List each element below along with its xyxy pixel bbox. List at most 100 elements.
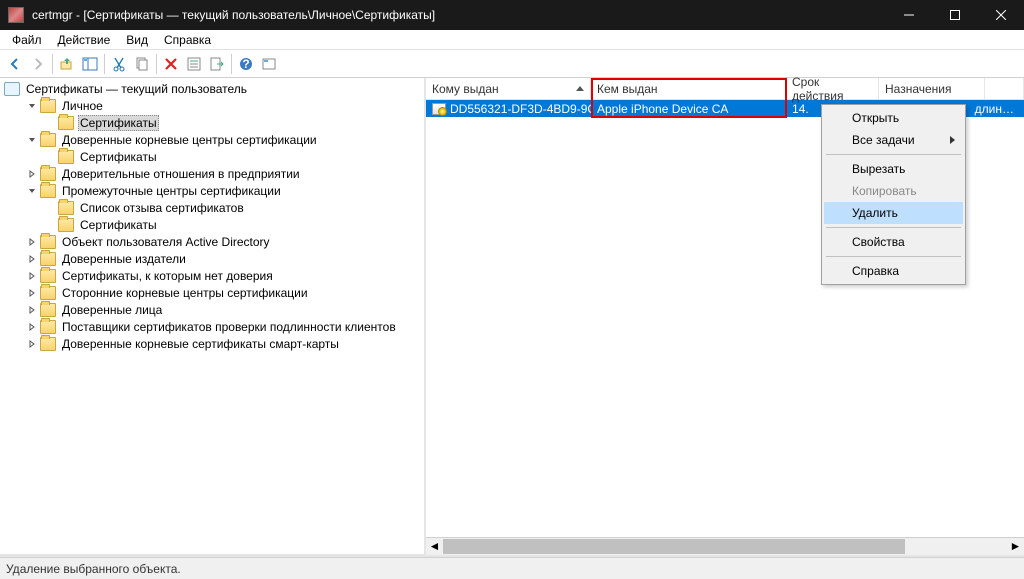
- cm-properties[interactable]: Свойства: [824, 231, 963, 253]
- cm-cut[interactable]: Вырезать: [824, 158, 963, 180]
- status-text: Удаление выбранного объекта.: [6, 562, 181, 576]
- folder-icon: [40, 235, 56, 249]
- menu-action[interactable]: Действие: [50, 31, 119, 49]
- menu-file[interactable]: Файл: [4, 31, 50, 49]
- cm-help[interactable]: Справка: [824, 260, 963, 282]
- list-pane: Кому выдан Кем выдан Срок действия Назна…: [426, 78, 1024, 554]
- help-button[interactable]: ?: [235, 53, 257, 75]
- tree-item[interactable]: Личное: [0, 97, 424, 114]
- tree-item-label: Объект пользователя Active Directory: [60, 235, 272, 249]
- folder-icon: [40, 252, 56, 266]
- chevron-right-icon[interactable]: [26, 236, 38, 248]
- tree-item-label: Доверенные лица: [60, 303, 164, 317]
- folder-icon: [58, 116, 74, 130]
- chevron-down-icon[interactable]: [26, 185, 38, 197]
- cm-sep-1: [826, 154, 961, 155]
- delete-button[interactable]: [160, 53, 182, 75]
- maximize-button[interactable]: [932, 0, 978, 30]
- show-hide-tree-button[interactable]: [79, 53, 101, 75]
- folder-icon: [58, 218, 74, 232]
- folder-icon: [58, 201, 74, 215]
- cm-delete[interactable]: Удалить: [824, 202, 963, 224]
- tree-item-label: Сертификаты: [78, 115, 159, 131]
- menu-help[interactable]: Справка: [156, 31, 219, 49]
- menu-view[interactable]: Вид: [118, 31, 156, 49]
- tree-item[interactable]: Промежуточные центры сертификации: [0, 182, 424, 199]
- minimize-button[interactable]: [886, 0, 932, 30]
- tree-item[interactable]: Сертификаты: [0, 114, 424, 131]
- chevron-right-icon[interactable]: [26, 338, 38, 350]
- cm-all-tasks[interactable]: Все задачи: [824, 129, 963, 151]
- statusbar: Удаление выбранного объекта.: [0, 557, 1024, 579]
- tree-item[interactable]: Доверенные издатели: [0, 250, 424, 267]
- tree-item[interactable]: Доверенные корневые центры сертификации: [0, 131, 424, 148]
- tree-item-label: Сертификаты: [78, 150, 159, 164]
- cm-copy[interactable]: Копировать: [824, 180, 963, 202]
- context-menu: Открыть Все задачи Вырезать Копировать У…: [821, 104, 966, 285]
- cm-sep-2: [826, 227, 961, 228]
- tree-item[interactable]: Сертификаты: [0, 148, 424, 165]
- options-button[interactable]: [258, 53, 280, 75]
- col-issued-to[interactable]: Кому выдан: [426, 78, 591, 99]
- tree-pane[interactable]: Сертификаты — текущий пользователь Лично…: [0, 78, 426, 554]
- forward-button[interactable]: [27, 53, 49, 75]
- tree-item[interactable]: Поставщики сертификатов проверки подлинн…: [0, 318, 424, 335]
- app-name: certmgr: [32, 8, 73, 22]
- tree-caret-empty: [44, 202, 56, 214]
- tree-item[interactable]: Сертификаты, к которым нет доверия: [0, 267, 424, 284]
- close-button[interactable]: [978, 0, 1024, 30]
- col-issued-by[interactable]: Кем выдан: [591, 78, 786, 99]
- chevron-right-icon[interactable]: [26, 304, 38, 316]
- app-icon: [8, 7, 24, 23]
- tree-item-label: Список отзыва сертификатов: [78, 201, 246, 215]
- chevron-right-icon[interactable]: [26, 168, 38, 180]
- folder-icon: [40, 337, 56, 351]
- col-purposes[interactable]: Назначения: [879, 78, 985, 99]
- svg-text:?: ?: [242, 57, 249, 71]
- back-button[interactable]: [4, 53, 26, 75]
- copy-button[interactable]: [131, 53, 153, 75]
- folder-icon: [58, 150, 74, 164]
- cut-button[interactable]: [108, 53, 130, 75]
- tree-root-label: Сертификаты — текущий пользователь: [24, 82, 249, 96]
- cm-open[interactable]: Открыть: [824, 107, 963, 129]
- titlebar: certmgr - [Сертификаты — текущий пользов…: [0, 0, 1024, 30]
- scroll-thumb[interactable]: [443, 539, 905, 554]
- horizontal-scrollbar[interactable]: ◄ ►: [426, 537, 1024, 554]
- folder-icon: [40, 133, 56, 147]
- list-header: Кому выдан Кем выдан Срок действия Назна…: [426, 78, 1024, 100]
- tree-item[interactable]: Сторонние корневые центры сертификации: [0, 284, 424, 301]
- scroll-track[interactable]: [443, 538, 1007, 555]
- chevron-right-icon[interactable]: [26, 253, 38, 265]
- tree-item-label: Доверительные отношения в предприятии: [60, 167, 302, 181]
- export-button[interactable]: [206, 53, 228, 75]
- tree-item[interactable]: Доверенные лица: [0, 301, 424, 318]
- properties-button[interactable]: [183, 53, 205, 75]
- up-button[interactable]: [56, 53, 78, 75]
- tree-item-label: Сертификаты: [78, 218, 159, 232]
- chevron-down-icon[interactable]: [26, 134, 38, 146]
- tree-caret-empty: [44, 219, 56, 231]
- col-expires[interactable]: Срок действия: [786, 78, 879, 99]
- chevron-down-icon[interactable]: [26, 100, 38, 112]
- tree-item[interactable]: Объект пользователя Active Directory: [0, 233, 424, 250]
- tree-item[interactable]: Список отзыва сертификатов: [0, 199, 424, 216]
- folder-icon: [40, 320, 56, 334]
- folder-icon: [40, 99, 56, 113]
- folder-icon: [40, 286, 56, 300]
- folder-icon: [40, 269, 56, 283]
- certificate-icon: [432, 103, 446, 115]
- chevron-right-icon[interactable]: [26, 321, 38, 333]
- tree-item[interactable]: Доверенные корневые сертификаты смарт-ка…: [0, 335, 424, 352]
- chevron-right-icon[interactable]: [26, 270, 38, 282]
- tree-item[interactable]: Доверительные отношения в предприятии: [0, 165, 424, 182]
- folder-icon: [40, 167, 56, 181]
- tree-item[interactable]: Сертификаты: [0, 216, 424, 233]
- col-extra[interactable]: [985, 78, 1024, 99]
- tree-root[interactable]: Сертификаты — текущий пользователь: [0, 80, 424, 97]
- chevron-right-icon[interactable]: [26, 287, 38, 299]
- scroll-left-button[interactable]: ◄: [426, 538, 443, 555]
- scroll-right-button[interactable]: ►: [1007, 538, 1024, 555]
- window-title: certmgr - [Сертификаты — текущий пользов…: [32, 8, 886, 22]
- cell-issued-by: Apple iPhone Device CA: [591, 102, 786, 116]
